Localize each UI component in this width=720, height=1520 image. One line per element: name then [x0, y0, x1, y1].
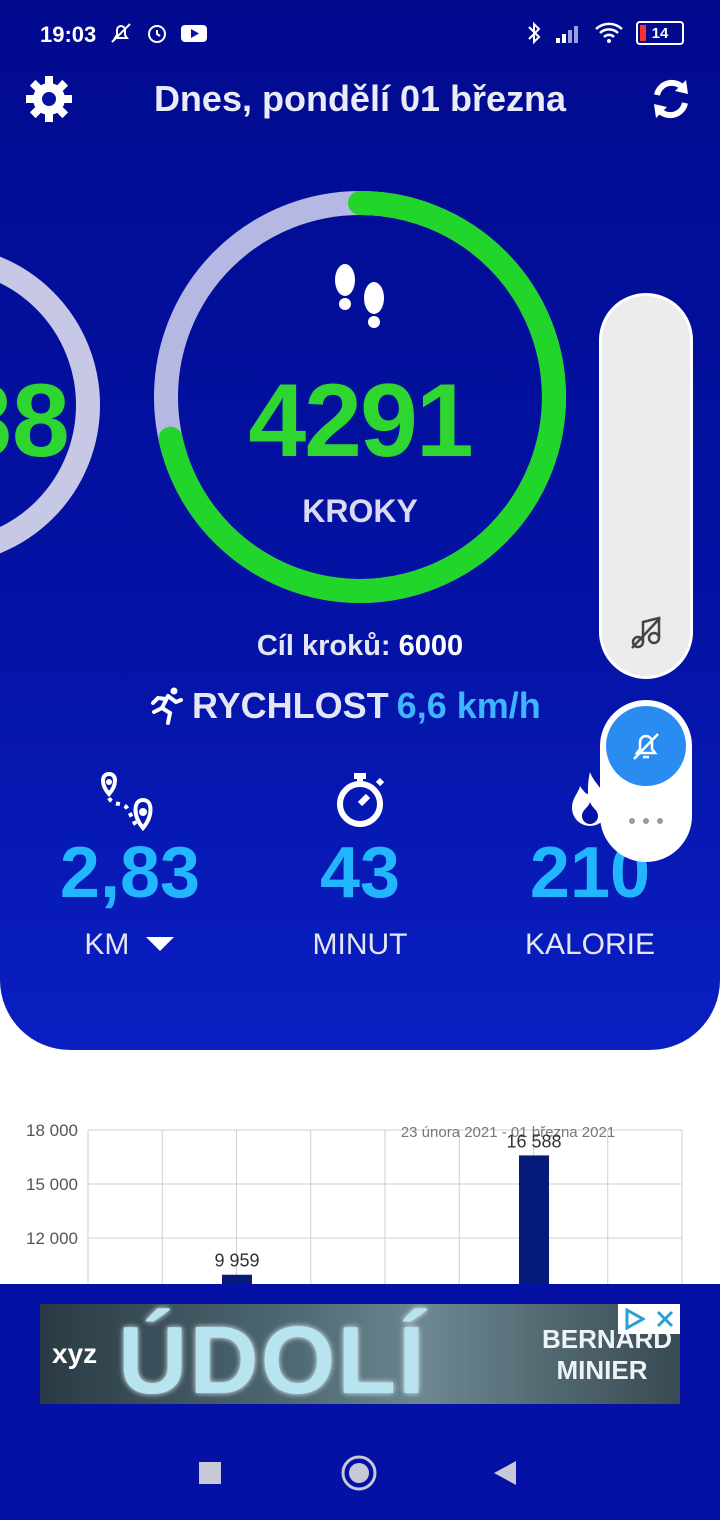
speed-label: RYCHLOST: [192, 685, 389, 726]
more-icon[interactable]: [626, 816, 666, 826]
back-icon[interactable]: [492, 1459, 518, 1487]
muted-bell-icon: [111, 23, 131, 43]
speed-value: 6,6 km/h: [396, 685, 541, 726]
adchoices-icon[interactable]: [623, 1308, 645, 1330]
speed-row: RYCHLOST 6,6 km/h: [148, 685, 541, 727]
route-pin-icon: [101, 771, 153, 832]
battery-indicator: 14: [636, 21, 684, 45]
signal-icon: [556, 26, 578, 43]
sync-button[interactable]: [648, 76, 694, 127]
ad-title: ÚDOLÍ: [118, 1307, 427, 1404]
chart-bar: [222, 1274, 252, 1284]
previous-day-steps: 88: [0, 363, 70, 479]
y-tick-label: 12 000: [26, 1229, 78, 1248]
goal-value: 6000: [398, 630, 464, 662]
chevron-down-icon[interactable]: [144, 934, 176, 954]
bluetooth-icon: [528, 21, 541, 45]
alarm-icon: [148, 25, 166, 43]
y-tick-label: 15 000: [26, 1175, 78, 1194]
wifi-icon: [595, 22, 623, 43]
home-icon[interactable]: [340, 1454, 378, 1492]
steps-count: 4291: [248, 363, 473, 479]
mute-button[interactable]: [606, 706, 686, 786]
page-title: Dnes, pondělí 01 března: [153, 78, 567, 119]
system-nav-bar: [0, 1420, 720, 1520]
chart-bar: [519, 1155, 549, 1284]
distance-stat[interactable]: 2,83 KM: [10, 768, 250, 962]
youtube-icon: [181, 25, 207, 42]
side-panel-bottom[interactable]: [600, 700, 692, 862]
recents-icon[interactable]: [197, 1460, 223, 1486]
no-music-icon[interactable]: [628, 614, 664, 650]
side-panel[interactable]: [602, 296, 690, 676]
distance-unit: KM: [84, 928, 130, 961]
runner-icon: [151, 687, 183, 725]
footprints-icon: [335, 264, 384, 328]
bar-value-label: 16 588: [506, 1131, 561, 1151]
ad-banner[interactable]: xyz ÚDOLÍ BERNARD MINIER: [40, 1304, 680, 1404]
status-time: 19:03: [40, 22, 97, 47]
duration-unit: MINUT: [312, 928, 408, 961]
muted-bell-icon: [633, 733, 659, 760]
ad-author-last: MINIER: [556, 1355, 648, 1386]
steps-label: KROKY: [302, 493, 418, 529]
calories-unit: KALORIE: [524, 928, 656, 961]
steps-chart: 18 00015 00012 00023 února 2021 - 01 bře…: [26, 1121, 683, 1284]
battery-level: 14: [651, 24, 669, 42]
goal-label: Cíl kroků:: [256, 630, 391, 662]
duration-value: 43: [319, 833, 401, 913]
y-tick-label: 18 000: [26, 1121, 78, 1140]
distance-value: 2,83: [59, 833, 201, 913]
status-bar: 19:03 14: [0, 0, 720, 70]
ad-brand: xyz: [52, 1338, 98, 1369]
ad-controls: [618, 1304, 680, 1334]
bar-value-label: 9 959: [214, 1251, 259, 1271]
duration-stat: 43 MINUT: [240, 768, 480, 962]
refresh-icon: [654, 79, 688, 119]
close-icon[interactable]: [655, 1309, 675, 1329]
stopwatch-icon: [337, 773, 385, 827]
